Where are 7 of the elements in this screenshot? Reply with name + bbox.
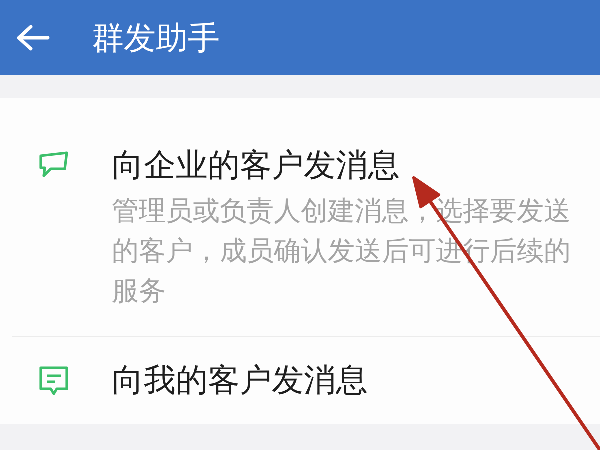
item-title: 向我的客户发消息	[112, 361, 368, 400]
menu-item[interactable]: 向我的客户发消息	[0, 337, 600, 424]
item-title: 向企业的客户发消息	[112, 146, 400, 184]
back-icon[interactable]	[16, 24, 50, 52]
page-title: 群发助手	[92, 22, 220, 54]
megaphone-icon	[38, 151, 70, 180]
chat-icon	[38, 364, 70, 397]
